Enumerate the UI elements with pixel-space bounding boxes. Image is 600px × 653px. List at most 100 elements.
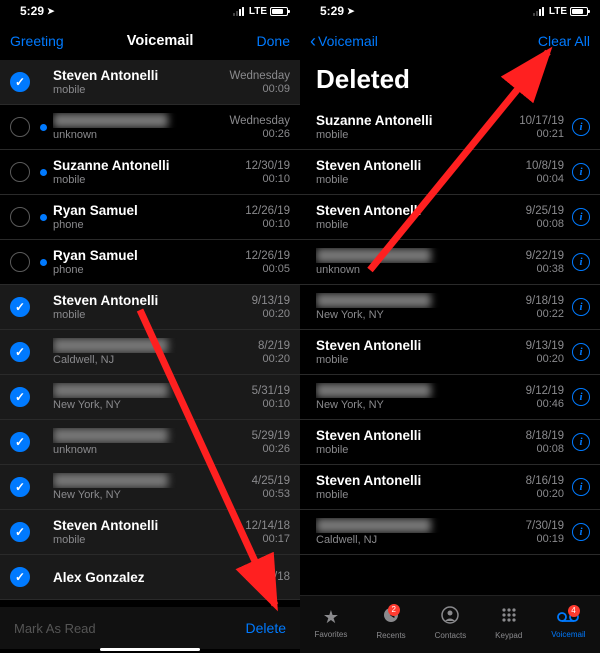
info-button[interactable]: i [572,388,590,406]
info-button[interactable]: i [572,298,590,316]
select-checkbox[interactable] [10,162,30,182]
caller-name: Suzanne Antonelli [53,158,239,173]
caller-name: Steven Antonelli [316,338,520,353]
voicemail-row[interactable]: ✓Steven Antonellimobile12/14/1800:17 [0,510,300,555]
info-button[interactable]: i [572,253,590,271]
info-button[interactable]: i [572,118,590,136]
select-checkbox[interactable] [10,117,30,137]
voicemail-duration: 00:38 [526,263,564,275]
deleted-row[interactable]: ████████████unknown9/22/1900:38i [300,240,600,285]
tab-voicemail[interactable]: 4 Voicemail [551,607,585,639]
voicemail-date: 9/12/19 [526,385,564,397]
voicemail-row[interactable]: ✓Steven AntonellimobileWednesday00:09 [0,60,300,105]
caller-name: Steven Antonelli [316,428,520,443]
deleted-row[interactable]: Steven Antonellimobile9/25/1900:08i [300,195,600,240]
select-checkbox[interactable]: ✓ [10,567,30,587]
info-button[interactable]: i [572,523,590,541]
info-button[interactable]: i [572,343,590,361]
info-icon: i [579,346,582,358]
voicemail-row[interactable]: ✓████████████New York, NY4/25/1900:53 [0,465,300,510]
deleted-row[interactable]: ████████████New York, NY9/18/1900:22i [300,285,600,330]
voicemail-row[interactable]: Suzanne Antonellimobile12/30/1900:10 [0,150,300,195]
voicemail-date: Wednesday [229,70,290,82]
voicemail-duration: 00:05 [245,263,290,275]
delete-button[interactable]: Delete [246,620,286,636]
select-checkbox[interactable]: ✓ [10,432,30,452]
info-button[interactable]: i [572,208,590,226]
deleted-row[interactable]: Steven Antonellimobile8/18/1900:08i [300,420,600,465]
voicemail-date: 9/25/19 [526,205,564,217]
info-button[interactable]: i [572,163,590,181]
done-button[interactable]: Done [257,33,290,49]
voicemail-row[interactable]: ✓Alex Gonzalez10/19/18 [0,555,300,600]
greeting-button[interactable]: Greeting [10,33,64,49]
select-checkbox[interactable]: ✓ [10,72,30,92]
caller-name: Suzanne Antonelli [316,113,513,128]
deleted-row[interactable]: ████████████New York, NY9/12/1900:46i [300,375,600,420]
info-icon: i [579,256,582,268]
select-checkbox[interactable]: ✓ [10,522,30,542]
caller-sublabel: Caldwell, NJ [316,534,520,546]
star-icon: ★ [323,607,339,628]
unread-dot [40,349,47,356]
checkmark-icon: ✓ [15,390,25,404]
checkmark-icon: ✓ [15,570,25,584]
back-button[interactable]: ‹ Voicemail [310,31,378,52]
voicemail-date: 12/14/18 [245,520,290,532]
voicemail-duration: 00:10 [252,398,290,410]
select-checkbox[interactable] [10,252,30,272]
deleted-row[interactable]: Suzanne Antonellimobile10/17/1900:21i [300,105,600,150]
info-icon: i [579,436,582,448]
caller-name: ████████████ [316,383,520,398]
caller-name: Steven Antonelli [316,158,520,173]
voicemail-list[interactable]: ✓Steven AntonellimobileWednesday00:09███… [0,60,300,600]
voicemail-duration: 00:04 [526,173,564,185]
select-checkbox[interactable]: ✓ [10,297,30,317]
select-checkbox[interactable]: ✓ [10,342,30,362]
tab-contacts[interactable]: Contacts [435,606,467,640]
caller-sublabel: phone [53,219,239,231]
voicemail-row[interactable]: ✓Steven Antonellimobile9/13/1900:20 [0,285,300,330]
deleted-voicemail-screen: 5:29 ➤ LTE ‹ Voicemail Clear All Deleted… [300,0,600,653]
home-indicator[interactable] [100,648,200,652]
mark-as-read-button[interactable]: Mark As Read [14,621,96,636]
tab-recents[interactable]: 2 Recents [376,606,405,640]
unread-dot [40,484,47,491]
voicemail-date: 7/30/19 [526,520,564,532]
caller-name: ████████████ [53,338,252,353]
voicemail-row[interactable]: Ryan Samuelphone12/26/1900:05 [0,240,300,285]
deleted-row[interactable]: ████████████Caldwell, NJ7/30/1900:19i [300,510,600,555]
select-checkbox[interactable]: ✓ [10,387,30,407]
voicemail-date: 10/17/19 [519,115,564,127]
deleted-row[interactable]: Steven Antonellimobile9/13/1900:20i [300,330,600,375]
voicemail-row[interactable]: ✓████████████New York, NY5/31/1900:10 [0,375,300,420]
voicemail-date: 12/26/19 [245,250,290,262]
deleted-row[interactable]: Steven Antonellimobile8/16/1900:20i [300,465,600,510]
caller-name: Steven Antonelli [53,518,239,533]
info-button[interactable]: i [572,478,590,496]
deleted-list[interactable]: Suzanne Antonellimobile10/17/1900:21i Ste… [300,105,600,555]
voicemail-date: 10/8/19 [526,160,564,172]
tab-keypad[interactable]: Keypad [495,606,522,640]
info-button[interactable]: i [572,433,590,451]
clear-all-button[interactable]: Clear All [538,33,590,49]
status-time: 5:29 [20,4,44,18]
select-checkbox[interactable] [10,207,30,227]
voicemail-duration: 00:20 [252,308,290,320]
location-icon: ➤ [347,6,355,17]
caller-name: Steven Antonelli [53,68,223,83]
voicemail-date: 8/18/19 [526,430,564,442]
checkmark-icon: ✓ [15,345,25,359]
voicemail-row[interactable]: ✓████████████unknown5/29/1900:26 [0,420,300,465]
voicemail-date: 5/31/19 [252,385,290,397]
unread-dot [40,574,47,581]
select-checkbox[interactable]: ✓ [10,477,30,497]
voicemail-row[interactable]: ✓████████████Caldwell, NJ8/2/1900:20 [0,330,300,375]
deleted-row[interactable]: Steven Antonellimobile10/8/1900:04i [300,150,600,195]
keypad-icon [500,606,518,629]
caller-sublabel: unknown [53,444,246,456]
checkmark-icon: ✓ [15,435,25,449]
tab-favorites[interactable]: ★ Favorites [314,607,347,639]
voicemail-row[interactable]: ████████████unknownWednesday00:26 [0,105,300,150]
voicemail-row[interactable]: Ryan Samuelphone12/26/1900:10 [0,195,300,240]
